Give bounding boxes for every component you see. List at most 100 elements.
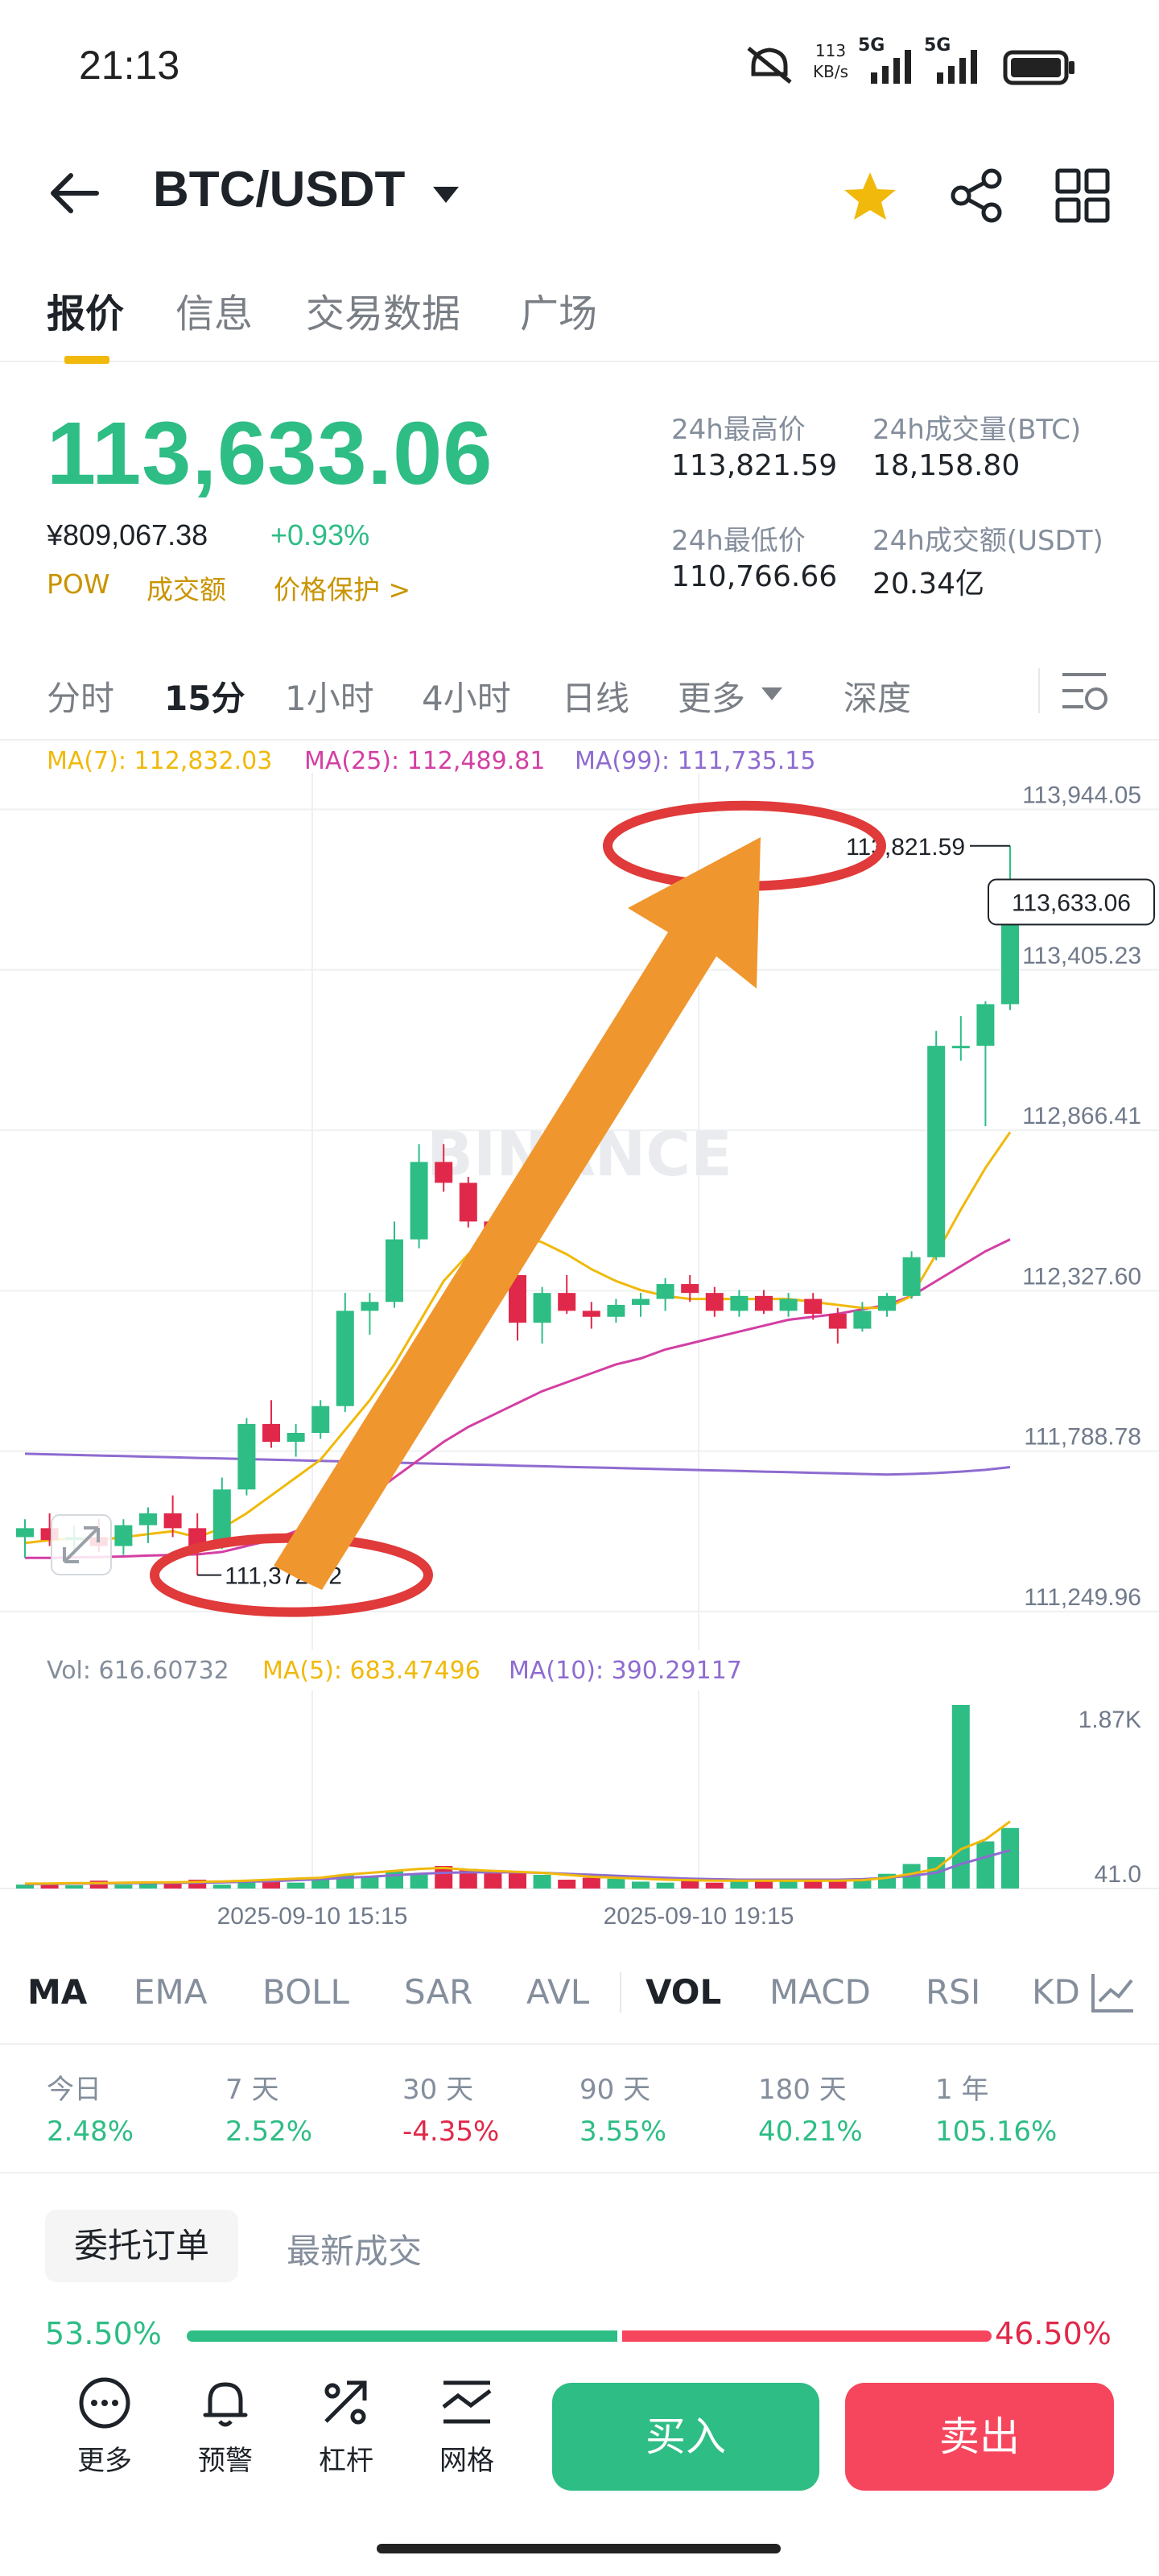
vol-y-tick-label: 41.0 <box>1095 1861 1141 1888</box>
candle-body <box>779 1298 798 1311</box>
tab-latest-trades[interactable]: 最新成交 <box>287 2224 422 2273</box>
volume-bar <box>582 1877 600 1889</box>
ind-ma[interactable]: MA <box>27 1972 87 2012</box>
candle-body <box>386 1239 403 1302</box>
tab-trade-data[interactable]: 交易数据 <box>306 282 460 338</box>
vol-legend: Vol: 616.60732 <box>47 1657 229 1685</box>
divider <box>1038 668 1040 713</box>
tab-order-book[interactable]: 委托订单 <box>45 2210 238 2282</box>
grid-button[interactable]: 网格 <box>427 2375 507 2478</box>
high-value: 113,821.59 <box>671 449 838 482</box>
vol-y-tick-label: 1.87K <box>1079 1707 1141 1733</box>
ind-macd[interactable]: MACD <box>769 1972 871 2012</box>
performance-row: 今日 2.48% 7 天 2.52% 30 天 -4.35% 90 天 3.55… <box>0 2053 1159 2174</box>
interval-bar: 分时 15分 1小时 4小时 日线 更多 深度 <box>0 644 1159 741</box>
net-speed: 113 KB/s <box>813 41 848 81</box>
volume-bar <box>656 1882 674 1889</box>
perf-value-30d: -4.35% <box>402 2116 500 2148</box>
interval-15m[interactable]: 15分 <box>164 671 245 720</box>
candle-body <box>435 1162 453 1183</box>
ind-sar[interactable]: SAR <box>404 1972 472 2012</box>
ind-vol[interactable]: VOL <box>645 1972 721 2012</box>
grid-trading-icon <box>442 2380 492 2424</box>
volume-bar <box>65 1885 84 1889</box>
alert-button[interactable]: 预警 <box>185 2375 266 2478</box>
current-price-text: 113,633.06 <box>1012 890 1131 917</box>
x-tick-label: 2025-09-10 19:15 <box>604 1903 794 1930</box>
y-tick-label: 111,249.96 <box>1024 1584 1141 1611</box>
perf-label-7d: 7 天 <box>225 2074 279 2106</box>
candle-body <box>361 1302 379 1311</box>
volume-bar <box>730 1880 749 1889</box>
candle-body <box>163 1513 182 1529</box>
candle-body <box>828 1314 847 1329</box>
candle-body <box>902 1257 921 1296</box>
signal-icon <box>871 50 911 84</box>
interval-1d[interactable]: 日线 <box>562 671 629 720</box>
candle-body <box>237 1423 256 1490</box>
ma99-line <box>24 1452 1011 1476</box>
tab-quote[interactable]: 报价 <box>47 282 124 338</box>
battery-icon <box>1003 50 1074 85</box>
more-button[interactable]: 更多 <box>64 2375 145 2478</box>
tab-info[interactable]: 信息 <box>175 282 253 338</box>
volume-bar <box>311 1880 330 1889</box>
volume-bar <box>163 1883 182 1889</box>
grid-menu-icon[interactable] <box>1054 167 1111 224</box>
chevron-down-icon[interactable] <box>430 184 462 206</box>
low-value: 110,766.66 <box>671 560 838 593</box>
y-tick-label: 113,405.23 <box>1022 943 1141 969</box>
ind-kd[interactable]: KD <box>1032 1972 1080 2012</box>
buy-ratio-bar <box>187 2330 617 2342</box>
share-icon[interactable] <box>948 167 1004 224</box>
more-chevron-icon[interactable] <box>760 686 784 704</box>
volume-bar <box>410 1873 428 1889</box>
bottom-action-bar: 更多 预警 杠杆 网格 买入 卖出 <box>0 2375 1159 2491</box>
ind-ema[interactable]: EMA <box>134 1972 208 2012</box>
vol-ma10-legend: MA(10): 390.29117 <box>509 1657 742 1685</box>
volume-bar <box>705 1882 724 1889</box>
candle-body <box>287 1433 305 1443</box>
candle-body <box>336 1311 354 1406</box>
mute-icon <box>747 47 792 84</box>
candle-body <box>656 1284 674 1299</box>
interval-timeshare[interactable]: 分时 <box>47 671 114 720</box>
status-time: 21:13 <box>79 43 180 88</box>
ind-rsi[interactable]: RSI <box>926 1972 980 2012</box>
perf-value-90d: 3.55% <box>580 2116 667 2148</box>
buy-button[interactable]: 买入 <box>552 2383 819 2491</box>
volume-bar <box>804 1880 823 1889</box>
candle-body <box>804 1298 823 1315</box>
interval-1h[interactable]: 1小时 <box>285 671 374 720</box>
ind-avl[interactable]: AVL <box>526 1972 589 2012</box>
grid-label: 网格 <box>439 2445 494 2477</box>
indicator-settings-icon[interactable] <box>1088 1969 1136 2016</box>
star-icon[interactable] <box>842 169 898 222</box>
bell-icon <box>203 2382 248 2427</box>
candlestick-chart[interactable]: 113,944.05 113,405.23 112,866.41 112,327.60… <box>0 773 1159 1650</box>
volume-bar <box>361 1876 379 1889</box>
y-tick-label: 112,866.41 <box>1022 1103 1141 1129</box>
margin-button[interactable]: 杠杆 <box>306 2375 386 2478</box>
volume-bar <box>287 1882 305 1889</box>
chart-settings-icon[interactable] <box>1059 668 1111 713</box>
back-arrow-icon[interactable] <box>47 169 103 217</box>
tag-pow[interactable]: POW <box>47 568 110 600</box>
volume-bar <box>976 1841 995 1889</box>
tag-price-protect[interactable]: 价格保护 > <box>274 568 410 607</box>
interval-more[interactable]: 更多 <box>678 671 745 720</box>
interval-4h[interactable]: 4小时 <box>422 671 511 720</box>
ind-boll[interactable]: BOLL <box>262 1972 349 2012</box>
pair-title[interactable]: BTC/USDT <box>153 161 405 218</box>
sell-button[interactable]: 卖出 <box>845 2383 1114 2491</box>
ma25-legend: MA(25): 112,489.81 <box>304 747 546 775</box>
home-indicator[interactable] <box>377 2544 781 2553</box>
tag-volume[interactable]: 成交额 <box>146 568 226 607</box>
tab-square[interactable]: 广场 <box>520 282 597 338</box>
perf-label-180d: 180 天 <box>758 2074 847 2106</box>
candle-body <box>607 1304 625 1317</box>
interval-depth[interactable]: 深度 <box>843 671 911 720</box>
volume-bar <box>632 1881 650 1889</box>
status-bar: 21:13 113 KB/s 5G 5G <box>0 0 1159 137</box>
volume-bar <box>828 1881 847 1889</box>
